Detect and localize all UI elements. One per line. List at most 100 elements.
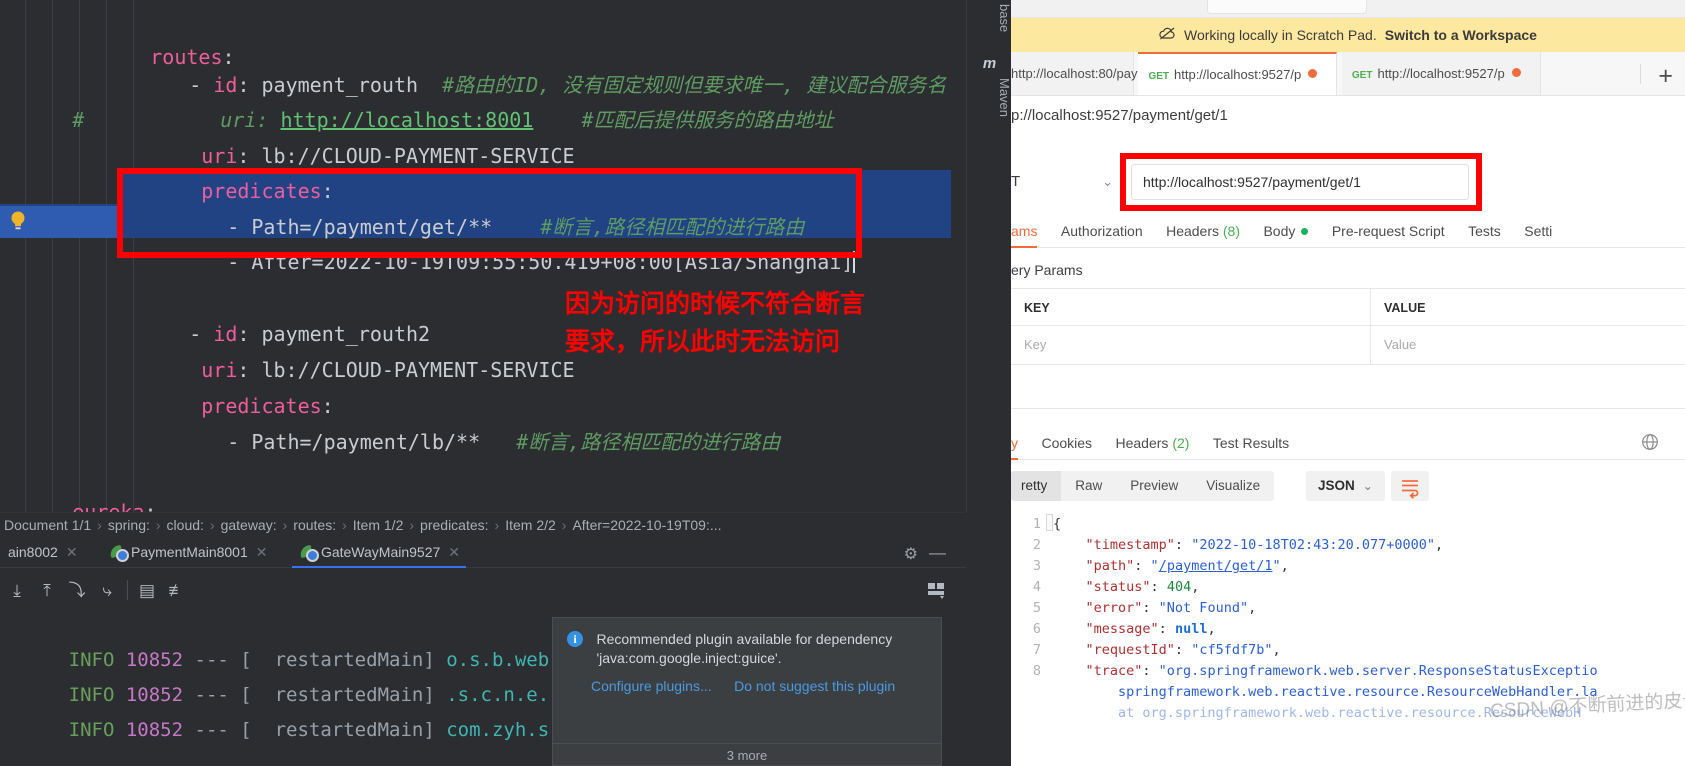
- format-pretty[interactable]: retty: [1011, 471, 1061, 501]
- tab-settings[interactable]: Setti: [1524, 216, 1552, 248]
- console-line: INFO 10852 --- [ restartedMain] com.zyh.…: [0, 687, 549, 716]
- code-line[interactable]: - Path=/payment/get/** #断言,路径相匹配的进行路由: [0, 170, 1011, 208]
- tab-authorization[interactable]: Authorization: [1061, 216, 1143, 248]
- response-section-tabs[interactable]: y Cookies Headers (2) Test Results: [1011, 428, 1685, 460]
- code-line[interactable]: - id: payment_routh #路由的ID, 没有固定规则但要求唯一,…: [0, 28, 1011, 66]
- tab-cookies[interactable]: Cookies: [1041, 428, 1092, 460]
- response-format-bar[interactable]: rettyRawPreviewVisualize JSON⌄: [1011, 467, 1685, 505]
- format-raw[interactable]: Raw: [1061, 471, 1116, 501]
- tab-params[interactable]: ams: [1011, 216, 1037, 248]
- breadcrumb-item[interactable]: Item 1/2: [353, 517, 404, 533]
- console-toolbar[interactable]: ⤓ ⤒ ⤵ ⤷ ▤ ≢: [0, 568, 966, 613]
- url-input[interactable]: http://localhost:9527/payment/get/1: [1131, 164, 1469, 200]
- layout-settings-icon[interactable]: [926, 580, 948, 600]
- close-icon[interactable]: ✕: [58, 544, 78, 560]
- http-method-select[interactable]: T ⌄: [1011, 166, 1131, 198]
- postman-request-tab-bar[interactable]: http://localhost:80/pay GEThttp://localh…: [1011, 52, 1685, 96]
- run-tab-gatewaymain9527[interactable]: GateWayMain9527✕: [292, 537, 466, 568]
- tool-window-maven[interactable]: Maven: [967, 78, 1011, 117]
- breadcrumb-item[interactable]: Document 1/1: [4, 517, 91, 533]
- breadcrumb-item[interactable]: After=2022-10-19T09:...: [572, 517, 721, 533]
- breadcrumb-item[interactable]: Item 2/2: [505, 517, 556, 533]
- close-icon[interactable]: ✕: [440, 544, 460, 560]
- tab-pre-request-script[interactable]: Pre-request Script: [1332, 216, 1445, 248]
- code-line[interactable]: - After=2022-10-19T09:55:50.419+08:00[As…: [0, 205, 1011, 243]
- notification-more[interactable]: 3 more: [553, 743, 941, 763]
- toolbar-divider: [127, 580, 128, 600]
- settings-list-icon[interactable]: ≢: [166, 580, 188, 602]
- tab-tests[interactable]: Tests: [1468, 216, 1501, 248]
- table-row[interactable]: Key Value: [1011, 326, 1685, 365]
- breadcrumb-separator-icon: ›: [403, 517, 420, 533]
- configure-plugins-link[interactable]: Configure plugins...: [591, 678, 712, 694]
- scroll-to-end-icon[interactable]: ⤓: [6, 580, 28, 602]
- tab-test-results[interactable]: Test Results: [1213, 428, 1289, 460]
- tab-label: Pre-request Script: [1332, 223, 1445, 239]
- scratch-pad-banner[interactable]: Working locally in Scratch Pad. Switch t…: [1011, 18, 1685, 52]
- postman-search-pill[interactable]: [1207, 0, 1367, 14]
- chevron-down-icon[interactable]: ⌄: [1102, 166, 1113, 198]
- code-editor[interactable]: # routes: - id: payment_routh #路由的ID, 没有…: [0, 0, 1011, 512]
- breadcrumb-item[interactable]: routes:: [293, 517, 336, 533]
- request-tab-1[interactable]: GEThttp://localhost:9527/p: [1138, 52, 1337, 95]
- gear-icon[interactable]: ⚙: [904, 544, 918, 564]
- line-number: 5: [1011, 598, 1041, 619]
- tab-label: Headers: [1116, 435, 1169, 451]
- query-params-label: ery Params: [1011, 262, 1083, 278]
- format-tab-group[interactable]: rettyRawPreviewVisualize: [1011, 471, 1274, 501]
- switch-workspace-link[interactable]: Switch to a Workspace: [1385, 27, 1537, 43]
- tool-window-base[interactable]: base: [967, 4, 1011, 32]
- scroll-to-start-icon[interactable]: ⤒: [36, 580, 58, 602]
- code-line[interactable]: uri: http://localhost:8001 #匹配后提供服务的路由地址: [0, 63, 1011, 101]
- format-language-select[interactable]: JSON⌄: [1306, 471, 1385, 501]
- breadcrumb-item[interactable]: gateway:: [221, 517, 277, 533]
- clear-text-icon[interactable]: ⤷: [96, 580, 118, 602]
- tool-window-strip: base m Maven: [966, 0, 1011, 512]
- param-value-input[interactable]: Value: [1371, 326, 1685, 364]
- table-header-row: KEY VALUE: [1011, 288, 1685, 326]
- fold-marker-icon[interactable]: [1046, 514, 1053, 531]
- notification-body: i Recommended plugin available for depen…: [553, 618, 941, 668]
- code-line[interactable]: - Path=/payment/lb/** #断言,路径相匹配的进行路由: [0, 385, 1011, 423]
- http-verb-label: GET: [1352, 70, 1373, 81]
- annotation-note-line2: 要求，所以此时无法访问: [565, 323, 915, 361]
- run-tab-ain8002[interactable]: ain8002✕: [0, 537, 84, 568]
- request-section-tabs[interactable]: ams Authorization Headers (8) Body Pre-r…: [1011, 216, 1685, 248]
- request-tab-2[interactable]: GEThttp://localhost:9527/p: [1342, 52, 1541, 95]
- run-tab-bar[interactable]: ain8002✕ PaymentMain8001✕ GateWayMain952…: [0, 537, 966, 568]
- format-visualize[interactable]: Visualize: [1192, 471, 1274, 501]
- globe-icon[interactable]: [1641, 433, 1659, 456]
- breadcrumb[interactable]: Document 1/1›spring:›cloud:›gateway:›rou…: [0, 512, 966, 537]
- soft-wrap-icon[interactable]: ⤵: [66, 580, 88, 602]
- plugin-notification[interactable]: i Recommended plugin available for depen…: [552, 617, 942, 766]
- tab-label: Test Results: [1213, 435, 1289, 451]
- print-icon[interactable]: ▤: [136, 580, 158, 602]
- new-tab-icon[interactable]: +: [1658, 62, 1673, 91]
- close-icon[interactable]: ✕: [248, 544, 268, 560]
- code-line[interactable]: predicates:: [0, 134, 1011, 172]
- wrap-lines-icon[interactable]: [1391, 471, 1429, 501]
- tab-headers[interactable]: Headers (8): [1166, 216, 1240, 248]
- response-json-body[interactable]: 1{ 2 "timestamp": "2022-10-18T02:43:20.0…: [1011, 512, 1685, 766]
- minimize-icon[interactable]: —: [929, 543, 946, 563]
- tab-body-response[interactable]: y: [1011, 428, 1018, 460]
- url-bar-row[interactable]: T ⌄ http://localhost:9527/payment/get/1: [1011, 152, 1685, 212]
- breadcrumb-item[interactable]: spring:: [108, 517, 150, 533]
- do-not-suggest-link[interactable]: Do not suggest this plugin: [734, 678, 895, 694]
- query-params-table[interactable]: KEY VALUE Key Value: [1011, 288, 1685, 365]
- breadcrumb-item[interactable]: cloud:: [167, 517, 204, 533]
- text-caret: [853, 251, 855, 273]
- request-tab-0[interactable]: http://localhost:80/pay: [1011, 52, 1134, 95]
- run-tab-paymentmain8001[interactable]: PaymentMain8001✕: [102, 537, 273, 568]
- notification-actions[interactable]: Configure plugins... Do not suggest this…: [553, 668, 941, 696]
- code-line[interactable]: eureka:: [0, 455, 1011, 493]
- tab-body[interactable]: Body: [1263, 216, 1308, 248]
- tab-count: (8): [1223, 223, 1240, 239]
- code-line[interactable]: uri: lb://CLOUD-PAYMENT-SERVICE: [0, 99, 1011, 137]
- request-title: p://localhost:9527/payment/get/1: [1011, 96, 1685, 136]
- chevron-down-icon[interactable]: ⌄: [1363, 479, 1373, 493]
- format-preview[interactable]: Preview: [1116, 471, 1192, 501]
- tab-response-headers[interactable]: Headers (2): [1116, 428, 1190, 460]
- breadcrumb-item[interactable]: predicates:: [420, 517, 488, 533]
- param-key-input[interactable]: Key: [1011, 326, 1371, 364]
